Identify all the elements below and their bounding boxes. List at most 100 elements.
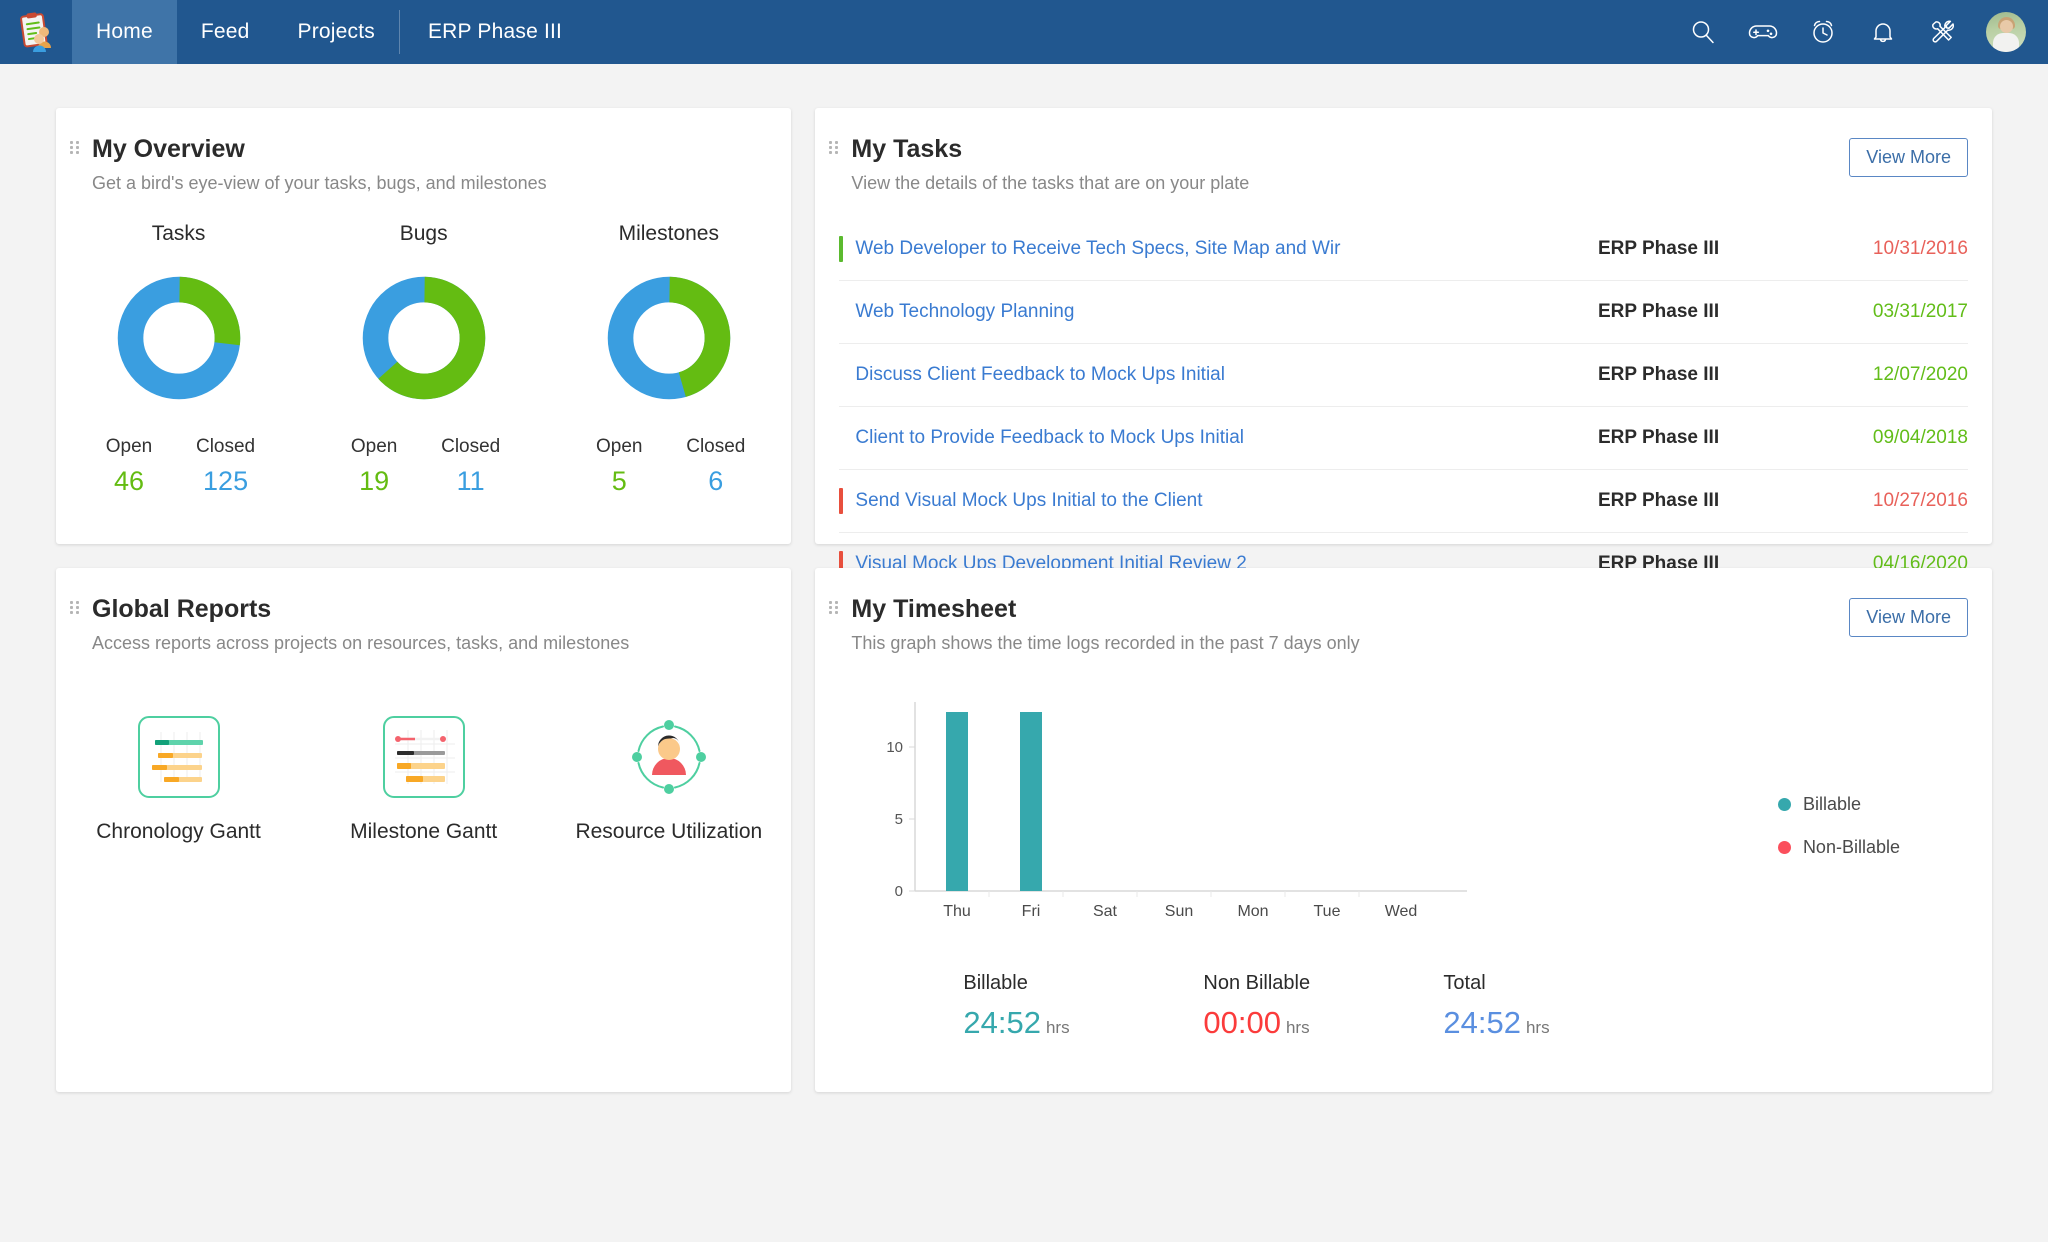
- svg-text:Mon: Mon: [1238, 903, 1269, 920]
- total-billable-unit: hrs: [1046, 1018, 1070, 1037]
- global-reports-header: Global Reports Access reports across pro…: [56, 568, 791, 654]
- tasks-closed-value: 125: [196, 466, 255, 497]
- nav-label-projects: Projects: [298, 20, 375, 44]
- nav-item-feed[interactable]: Feed: [177, 0, 274, 64]
- search-icon[interactable]: [1686, 15, 1720, 49]
- nav-label-current-project: ERP Phase III: [428, 20, 562, 44]
- avatar-head: [2000, 20, 2013, 33]
- priority-indicator: [839, 236, 843, 262]
- donut-chart-milestones[interactable]: [605, 274, 733, 402]
- tasks-closed[interactable]: Closed 125: [196, 436, 255, 497]
- total-overall-value: 24:52: [1443, 1005, 1521, 1040]
- donut-chart-tasks[interactable]: [115, 274, 243, 402]
- nav-item-current-project[interactable]: ERP Phase III: [400, 0, 590, 64]
- avatar[interactable]: [1986, 12, 2026, 52]
- svg-text:5: 5: [895, 811, 903, 828]
- bugs-closed[interactable]: Closed 11: [441, 436, 500, 497]
- overview-donuts: Tasks Open 46 Closed: [56, 194, 791, 497]
- bell-icon[interactable]: [1866, 15, 1900, 49]
- table-row[interactable]: Send Visual Mock Ups Initial to the Clie…: [839, 470, 1968, 533]
- donut-legend-bugs: Open 19 Closed 11: [301, 436, 546, 497]
- table-row[interactable]: Web Technology Planning ERP Phase III 03…: [839, 281, 1968, 344]
- total-overall: Total 24:52hrs: [1443, 972, 1683, 1041]
- total-billable-label: Billable: [963, 972, 1203, 995]
- resource-utilization-icon[interactable]: [628, 716, 710, 798]
- donut-label-bugs: Bugs: [301, 222, 546, 246]
- tools-icon[interactable]: [1926, 15, 1960, 49]
- task-name[interactable]: Send Visual Mock Ups Initial to the Clie…: [855, 490, 1598, 512]
- total-non-billable-value: 00:00: [1203, 1005, 1281, 1040]
- legend-dot-billable: [1778, 798, 1791, 811]
- task-name[interactable]: Web Technology Planning: [855, 301, 1598, 323]
- bugs-open[interactable]: Open 19: [347, 436, 401, 497]
- drag-handle-icon[interactable]: [70, 141, 80, 155]
- total-billable: Billable 24:52 hrs: [963, 972, 1203, 1041]
- legend-label-billable: Billable: [1803, 794, 1861, 815]
- top-navigation-bar: Home Feed Projects ERP Phase III: [0, 0, 2048, 64]
- report-item-resource-utilization[interactable]: Resource Utilization: [546, 716, 791, 844]
- bugs-open-label: Open: [347, 436, 401, 458]
- timesheet-bar-chart[interactable]: 10 5 0: [871, 686, 1491, 941]
- tasks-open-value: 46: [102, 466, 156, 497]
- my-timesheet-title: My Timesheet: [815, 596, 1992, 624]
- drag-handle-icon[interactable]: [829, 601, 839, 615]
- gamepad-icon[interactable]: [1746, 15, 1780, 49]
- timesheet-legend: Billable Non-Billable: [1778, 794, 1900, 880]
- nav-item-projects[interactable]: Projects: [274, 0, 399, 64]
- donut-label-tasks: Tasks: [56, 222, 301, 246]
- overview-group-milestones: Milestones Open 5 Closed: [546, 222, 791, 497]
- task-due-date: 12/07/2020: [1818, 364, 1968, 386]
- main-nav-items: Home Feed Projects ERP Phase III: [72, 0, 590, 64]
- drag-handle-icon[interactable]: [829, 141, 839, 155]
- task-name[interactable]: Discuss Client Feedback to Mock Ups Init…: [855, 364, 1598, 386]
- task-project: ERP Phase III: [1598, 427, 1818, 449]
- table-row[interactable]: Web Developer to Receive Tech Specs, Sit…: [839, 218, 1968, 281]
- nav-label-feed: Feed: [201, 20, 250, 44]
- nav-label-home: Home: [96, 20, 153, 44]
- report-item-chronology-gantt[interactable]: Chronology Gantt: [56, 716, 301, 844]
- view-more-button-timesheet[interactable]: View More: [1849, 598, 1968, 637]
- total-non-billable: Non Billable 00:00hrs: [1203, 972, 1443, 1041]
- view-more-button-tasks[interactable]: View More: [1849, 138, 1968, 177]
- dashboard-page: My Overview Get a bird's eye-view of you…: [0, 64, 2048, 1092]
- milestones-closed[interactable]: Closed 6: [686, 436, 745, 497]
- my-tasks-title: My Tasks: [815, 136, 1992, 164]
- overview-group-bugs: Bugs Open 19 Closed: [301, 222, 546, 497]
- report-item-milestone-gantt[interactable]: Milestone Gantt: [301, 716, 546, 844]
- donut-legend-milestones: Open 5 Closed 6: [546, 436, 791, 497]
- my-timesheet-card: My Timesheet This graph shows the time l…: [815, 568, 1992, 1092]
- global-reports-title: Global Reports: [56, 596, 791, 624]
- total-non-billable-unit: hrs: [1286, 1018, 1310, 1037]
- svg-text:Tue: Tue: [1314, 903, 1341, 920]
- nav-right-icons: [1686, 0, 2048, 64]
- alarm-clock-icon[interactable]: [1806, 15, 1840, 49]
- drag-handle-icon[interactable]: [70, 601, 80, 615]
- priority-indicator: [839, 425, 843, 451]
- my-tasks-list: Web Developer to Receive Tech Specs, Sit…: [815, 194, 1992, 616]
- app-logo[interactable]: [0, 0, 72, 64]
- table-row[interactable]: Discuss Client Feedback to Mock Ups Init…: [839, 344, 1968, 407]
- milestones-open[interactable]: Open 5: [592, 436, 646, 497]
- milestones-closed-label: Closed: [686, 436, 745, 458]
- milestone-gantt-icon[interactable]: [383, 716, 465, 798]
- tasks-open[interactable]: Open 46: [102, 436, 156, 497]
- total-overall-value-row: 24:52hrs: [1443, 1005, 1683, 1041]
- priority-indicator: [839, 362, 843, 388]
- task-name[interactable]: Web Developer to Receive Tech Specs, Sit…: [855, 238, 1598, 260]
- donut-legend-tasks: Open 46 Closed 125: [56, 436, 301, 497]
- timesheet-chart-area: 10 5 0: [815, 676, 1992, 966]
- task-project: ERP Phase III: [1598, 238, 1818, 260]
- my-timesheet-subtitle: This graph shows the time logs recorded …: [815, 633, 1992, 654]
- table-row[interactable]: Client to Provide Feedback to Mock Ups I…: [839, 407, 1968, 470]
- legend-item-non-billable[interactable]: Non-Billable: [1778, 837, 1900, 858]
- nav-item-home[interactable]: Home: [72, 0, 177, 64]
- global-reports-subtitle: Access reports across projects on resour…: [56, 633, 791, 654]
- chronology-gantt-icon[interactable]: [138, 716, 220, 798]
- total-billable-value: 24:52: [963, 1005, 1041, 1040]
- clipboard-people-icon: [14, 10, 58, 54]
- priority-indicator: [839, 299, 843, 325]
- donut-chart-bugs[interactable]: [360, 274, 488, 402]
- tasks-open-label: Open: [102, 436, 156, 458]
- task-name[interactable]: Client to Provide Feedback to Mock Ups I…: [855, 427, 1598, 449]
- legend-item-billable[interactable]: Billable: [1778, 794, 1900, 815]
